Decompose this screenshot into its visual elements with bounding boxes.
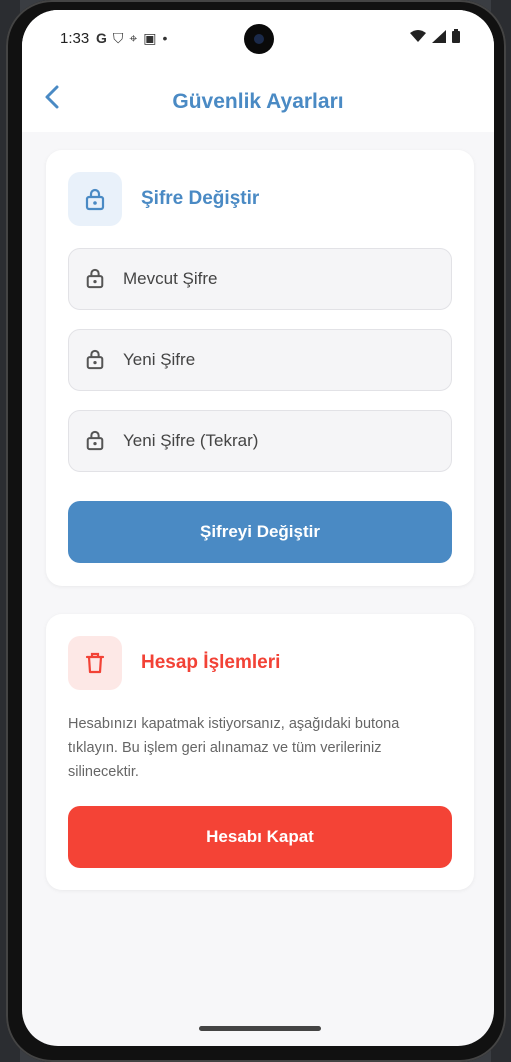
change-password-button[interactable]: Şifreyi Değiştir: [68, 501, 452, 563]
account-section-title: Hesap İşlemleri: [141, 652, 281, 673]
lock-icon: [85, 188, 105, 211]
password-change-card: Şifre Değiştir Mevcut Şifre Yeni Şifre Y…: [46, 150, 474, 586]
lock-icon: [85, 429, 105, 456]
new-password-placeholder: Yeni Şifre: [123, 350, 196, 369]
password-section-title: Şifre Değiştir: [141, 188, 260, 209]
account-close-description: Hesabınızı kapatmak istiyorsanız, aşağıd…: [68, 716, 400, 780]
home-indicator[interactable]: [199, 1026, 321, 1031]
lock-icon: [85, 267, 105, 294]
battery-icon: [452, 29, 460, 43]
confirm-password-placeholder: Yeni Şifre (Tekrar): [123, 431, 259, 450]
account-operations-card: Hesap İşlemleri Hesabınızı kapatmak isti…: [46, 614, 474, 890]
dot-icon: •: [162, 30, 174, 46]
location-icon: ⌖: [129, 30, 144, 46]
screen: 1:33 G⛉⌖▣• Güvenlik Ayarları Şifre Değiş…: [22, 10, 494, 1046]
close-account-button[interactable]: Hesabı Kapat: [68, 806, 452, 868]
camera-cutout: [244, 24, 274, 54]
trash-icon: [85, 652, 105, 674]
signal-icon: [431, 30, 446, 43]
status-left-icons: G⛉⌖▣•: [96, 30, 173, 47]
page-title: Güvenlik Ayarları: [172, 90, 344, 113]
new-password-field[interactable]: Yeni Şifre: [68, 329, 452, 391]
current-password-field[interactable]: Mevcut Şifre: [68, 248, 452, 310]
photo-icon: ▣: [143, 30, 163, 46]
app-bar: Güvenlik Ayarları: [22, 70, 494, 132]
account-section-icon-box: [68, 636, 122, 690]
wifi-icon: [409, 30, 426, 42]
status-right-icons: [409, 29, 460, 47]
phone-frame: 1:33 G⛉⌖▣• Güvenlik Ayarları Şifre Değiş…: [6, 0, 506, 1062]
status-bar: 1:33 G⛉⌖▣•: [22, 10, 494, 70]
google-icon: G: [96, 30, 113, 46]
confirm-password-field[interactable]: Yeni Şifre (Tekrar): [68, 410, 452, 472]
current-password-placeholder: Mevcut Şifre: [123, 269, 218, 288]
shield-icon: ⛉: [112, 30, 130, 46]
status-time: 1:33: [60, 30, 90, 47]
lock-icon: [85, 348, 105, 375]
password-section-icon-box: [68, 172, 122, 226]
